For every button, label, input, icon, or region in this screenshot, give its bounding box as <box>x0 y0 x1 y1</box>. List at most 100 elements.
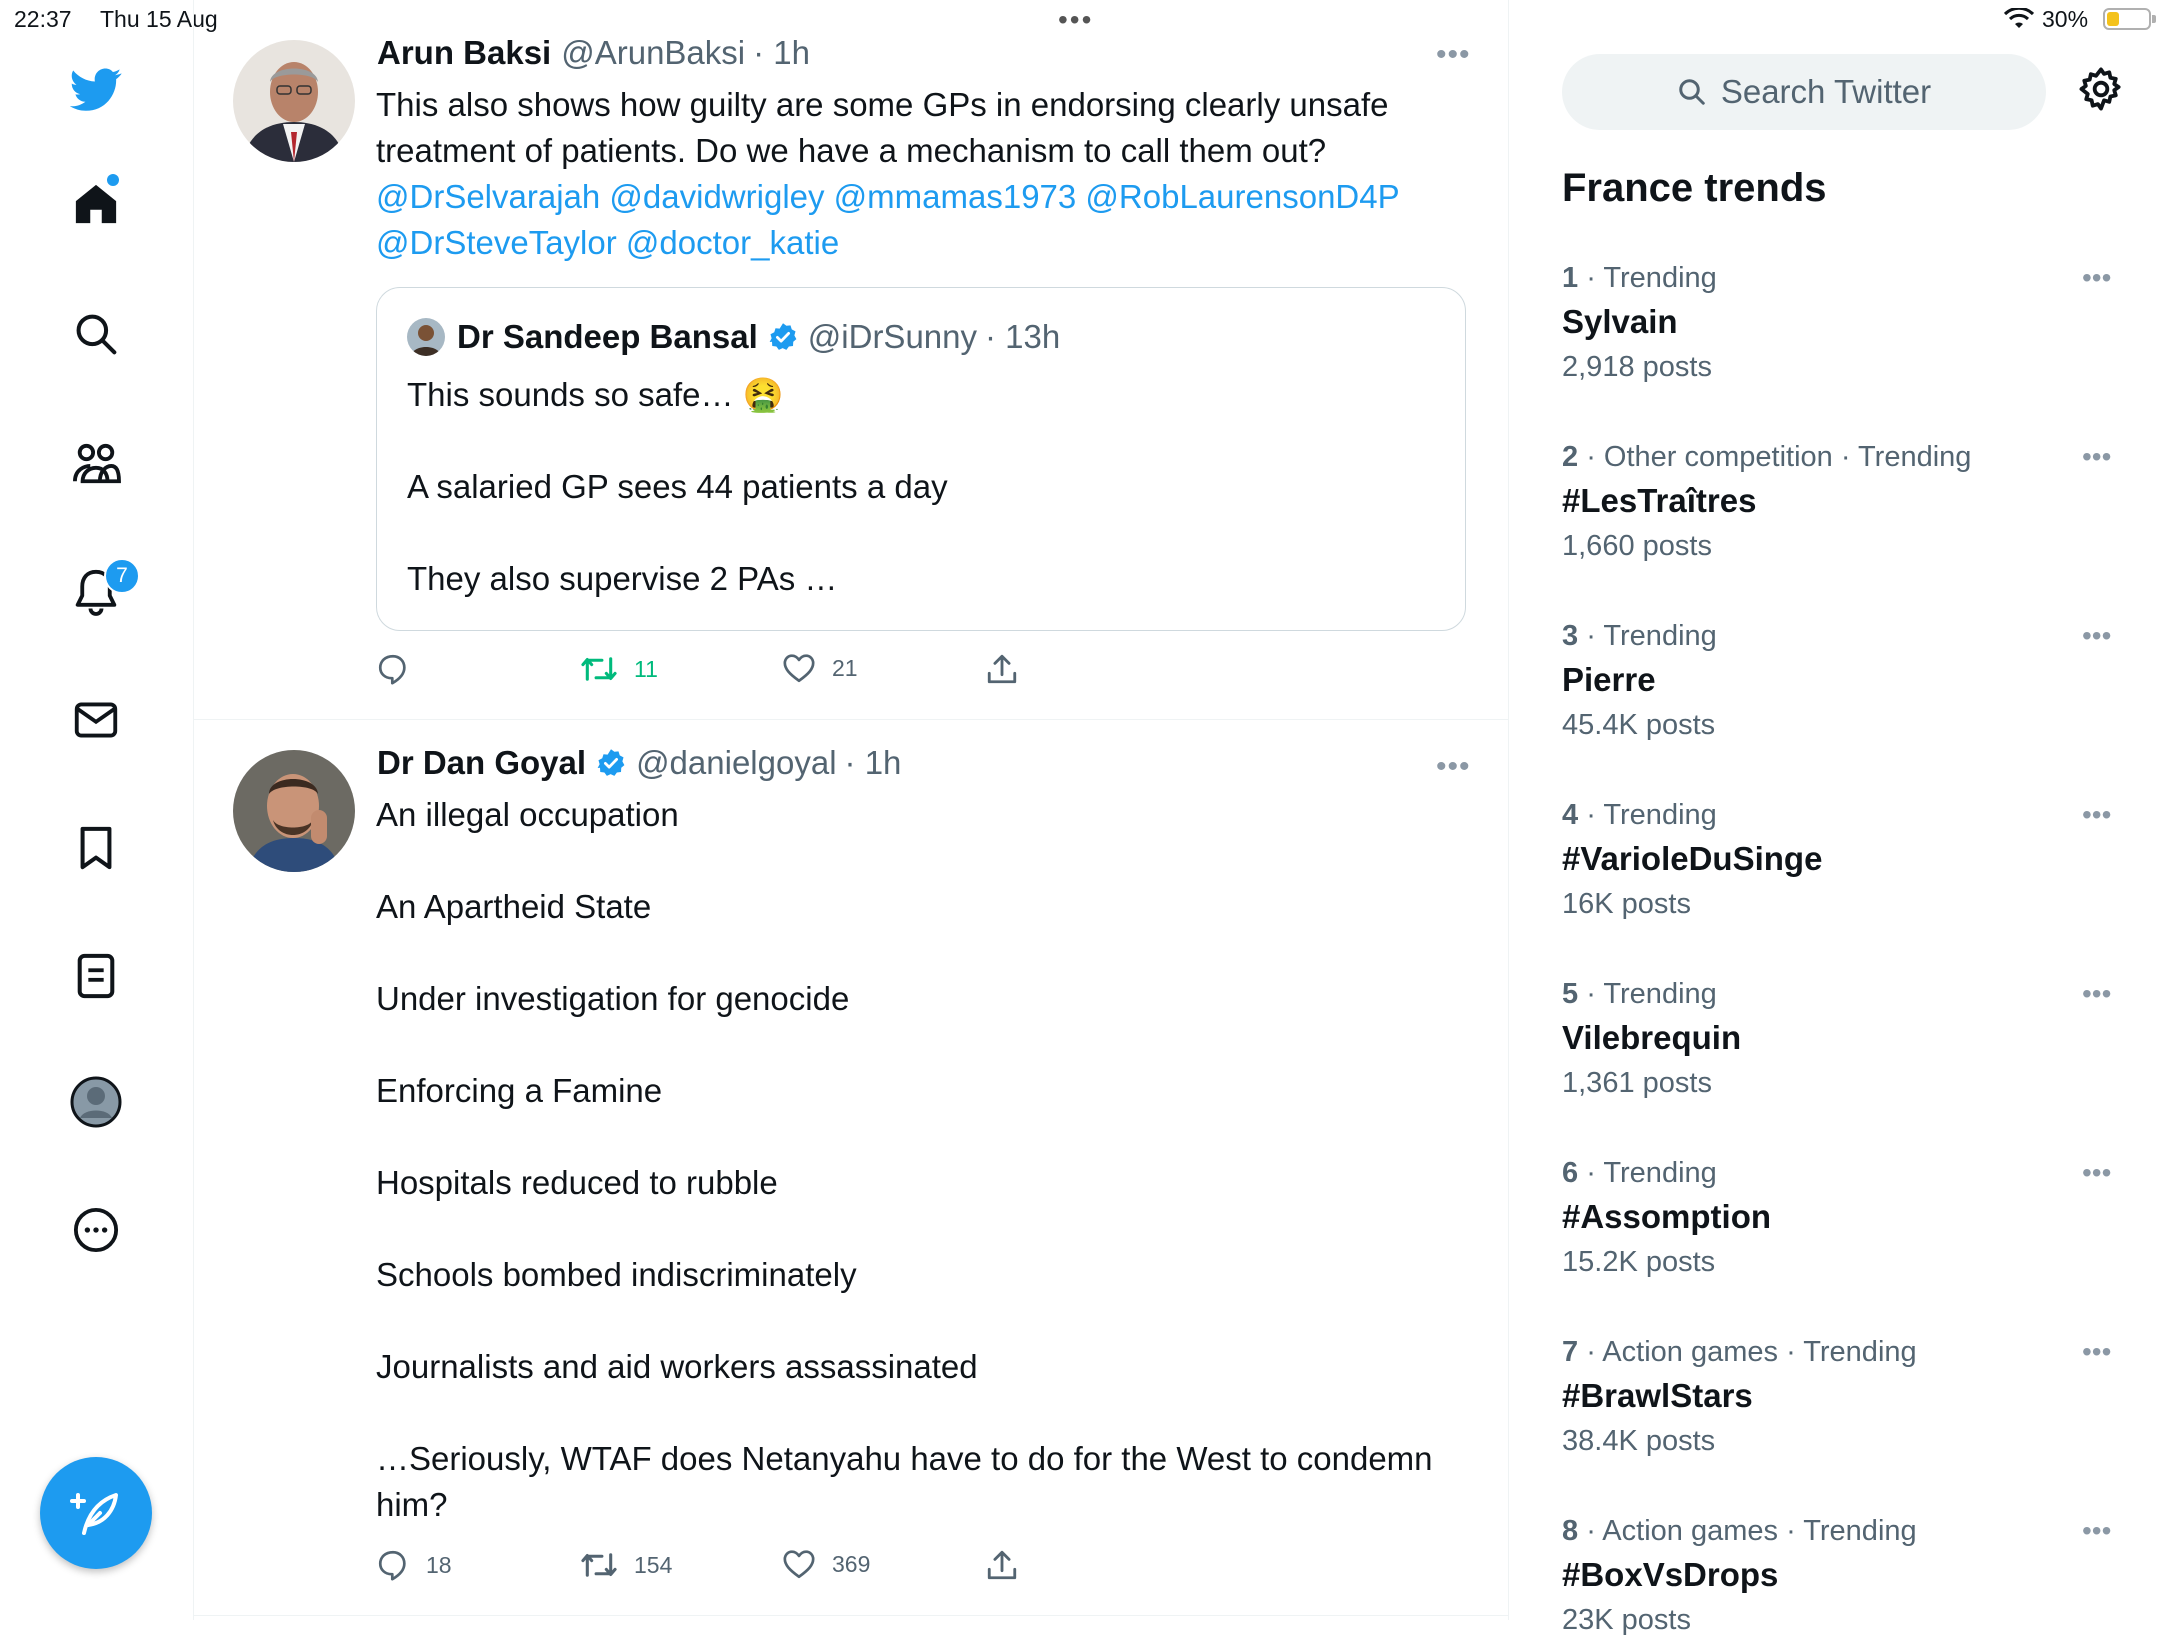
tweet-text-line: …Seriously, WTAF does Netanyahu have to … <box>376 1440 1433 1477</box>
trend-name: #BrawlStars <box>1562 1377 1753 1414</box>
tweet-text-line: Hospitals reduced to rubble <box>376 1164 778 1201</box>
sidebar-divider <box>1508 0 1509 1620</box>
trend-category: · Action games · Trending <box>1578 1336 1917 1368</box>
heart-icon <box>783 654 815 683</box>
trend-item[interactable]: 4 · Trending #VarioleDuSinge 16K posts ••• <box>1562 799 2122 921</box>
like-button[interactable]: 21 <box>782 652 858 684</box>
trend-post-count: 16K posts <box>1562 888 1691 920</box>
reply-icon <box>378 654 406 685</box>
trend-more-icon[interactable]: ••• <box>2082 1336 2111 1368</box>
like-button[interactable]: 369 <box>782 1548 870 1580</box>
settings-gear-icon[interactable] <box>2078 66 2124 117</box>
nauseated-face-emoji: 🤮 <box>742 375 784 414</box>
trend-rank: 1 <box>1562 262 1579 294</box>
trend-rank: 4 <box>1562 799 1579 831</box>
trend-post-count: 23K posts <box>1562 1604 1691 1636</box>
search-icon[interactable] <box>70 308 122 360</box>
tweet-divider <box>193 719 1508 720</box>
messages-icon[interactable] <box>70 694 122 746</box>
retweet-count: 154 <box>634 1551 673 1578</box>
trend-item[interactable]: 2 · Other competition · Trending #LesTraî… <box>1562 441 2122 563</box>
quoted-author-name: Dr Sandeep Bansal <box>457 318 758 355</box>
trends-heading: France trends <box>1562 166 1827 210</box>
trend-more-icon[interactable]: ••• <box>2082 441 2111 473</box>
quoted-avatar <box>407 318 445 356</box>
share-button[interactable] <box>986 652 1034 686</box>
retweet-icon <box>581 1553 617 1577</box>
trend-name: #Assomption <box>1562 1198 1772 1235</box>
trend-more-icon[interactable]: ••• <box>2082 978 2111 1010</box>
multitasking-dots-icon[interactable]: ••• <box>1058 4 1093 36</box>
tweet-author-name[interactable]: Dr Dan Goyal <box>377 744 586 782</box>
retweet-button[interactable]: 154 <box>580 1548 672 1582</box>
communities-icon[interactable] <box>70 438 122 490</box>
avatar[interactable] <box>233 40 355 162</box>
trend-rank: 2 <box>1562 441 1579 473</box>
tweet-author-handle[interactable]: @ArunBaksi <box>561 34 745 72</box>
trend-more-icon[interactable]: ••• <box>2082 1157 2111 1189</box>
retweet-button[interactable]: 11 <box>580 652 658 686</box>
lists-icon[interactable] <box>70 950 122 1002</box>
like-count: 21 <box>832 654 858 681</box>
tweet-timestamp[interactable]: · 1h <box>753 34 810 72</box>
bookmarks-icon[interactable] <box>70 822 122 874</box>
verified-badge-icon <box>597 749 625 776</box>
trend-name: #BoxVsDrops <box>1562 1556 1779 1593</box>
trend-item[interactable]: 7 · Action games · Trending #BrawlStars 38… <box>1562 1336 2122 1458</box>
trend-item[interactable]: 1 · Trending Sylvain 2,918 posts ••• <box>1562 262 2122 384</box>
quoted-tweet[interactable]: Dr Sandeep Bansal @iDrSunny · 13h This s… <box>376 287 1466 631</box>
trend-category: · Trending <box>1578 799 1717 831</box>
tweet-mentions[interactable]: @DrSelvarajah @davidwrigley @mmamas1973 … <box>376 174 1486 220</box>
more-icon[interactable] <box>70 1204 122 1256</box>
trend-more-icon[interactable]: ••• <box>2082 1515 2111 1547</box>
reply-button[interactable]: 18 <box>376 1548 452 1582</box>
trend-item[interactable]: 6 · Trending #Assomption 15.2K posts ••• <box>1562 1157 2122 1279</box>
profile-icon[interactable] <box>70 1076 122 1128</box>
tweet-more-icon[interactable]: ••• <box>1436 38 1471 72</box>
search-icon <box>1679 79 1705 105</box>
trend-category: · Action games · Trending <box>1578 1515 1917 1547</box>
share-icon <box>987 654 1017 684</box>
tweet-text-line: treatment of patients. Do we have a mech… <box>376 132 1327 169</box>
tweet-timestamp[interactable]: · 1h <box>845 744 902 782</box>
nav-divider <box>193 0 194 1620</box>
trend-post-count: 15.2K posts <box>1562 1246 1716 1278</box>
trend-category: · Trending <box>1578 262 1717 294</box>
feather-plus-icon <box>70 1493 118 1535</box>
battery-icon <box>2103 8 2156 30</box>
tweet-author-name[interactable]: Arun Baksi <box>377 34 551 72</box>
search-input[interactable]: Search Twitter <box>1562 54 2046 130</box>
wifi-icon <box>2003 6 2035 35</box>
avatar[interactable] <box>233 750 355 872</box>
search-placeholder: Search Twitter <box>1720 73 1932 110</box>
tweet-author-handle[interactable]: @danielgoyal <box>636 744 836 782</box>
trend-more-icon[interactable]: ••• <box>2082 262 2111 294</box>
trend-post-count: 1,361 posts <box>1562 1067 1712 1099</box>
tweet-text-line: him? <box>376 1486 448 1523</box>
tweet-text-line: This also shows how guilty are some GPs … <box>376 86 1389 123</box>
notifications-badge: 7 <box>104 558 140 594</box>
retweet-count: 11 <box>634 655 658 682</box>
trend-name: #VarioleDuSinge <box>1562 840 1823 877</box>
reply-icon <box>378 1550 406 1581</box>
verified-badge-icon <box>769 323 797 350</box>
trend-item[interactable]: 5 · Trending Vilebrequin 1,361 posts ••• <box>1562 978 2122 1100</box>
reply-button[interactable] <box>376 652 426 686</box>
status-date: Thu 15 Aug <box>100 6 218 32</box>
twitter-logo-icon[interactable] <box>70 64 122 116</box>
quoted-timestamp: · 13h <box>985 318 1061 355</box>
tweet-more-icon[interactable]: ••• <box>1436 750 1471 784</box>
compose-tweet-button[interactable] <box>40 1457 152 1569</box>
tweet-text-line: Enforcing a Famine <box>376 1072 663 1109</box>
trend-more-icon[interactable]: ••• <box>2082 799 2111 831</box>
heart-icon <box>783 1550 815 1579</box>
trend-name: Pierre <box>1562 661 1656 698</box>
tweet-mentions[interactable]: @DrSteveTaylor @doctor_katie <box>376 220 1486 266</box>
share-button[interactable] <box>986 1548 1034 1582</box>
trend-item[interactable]: 3 · Trending Pierre 45.4K posts ••• <box>1562 620 2122 742</box>
battery-percent: 30% <box>2042 6 2089 32</box>
reply-count: 18 <box>426 1551 452 1578</box>
trend-rank: 7 <box>1562 1336 1579 1368</box>
trend-more-icon[interactable]: ••• <box>2082 620 2111 652</box>
trend-item[interactable]: 8 · Action games · Trending #BoxVsDrops 23… <box>1562 1515 2122 1637</box>
